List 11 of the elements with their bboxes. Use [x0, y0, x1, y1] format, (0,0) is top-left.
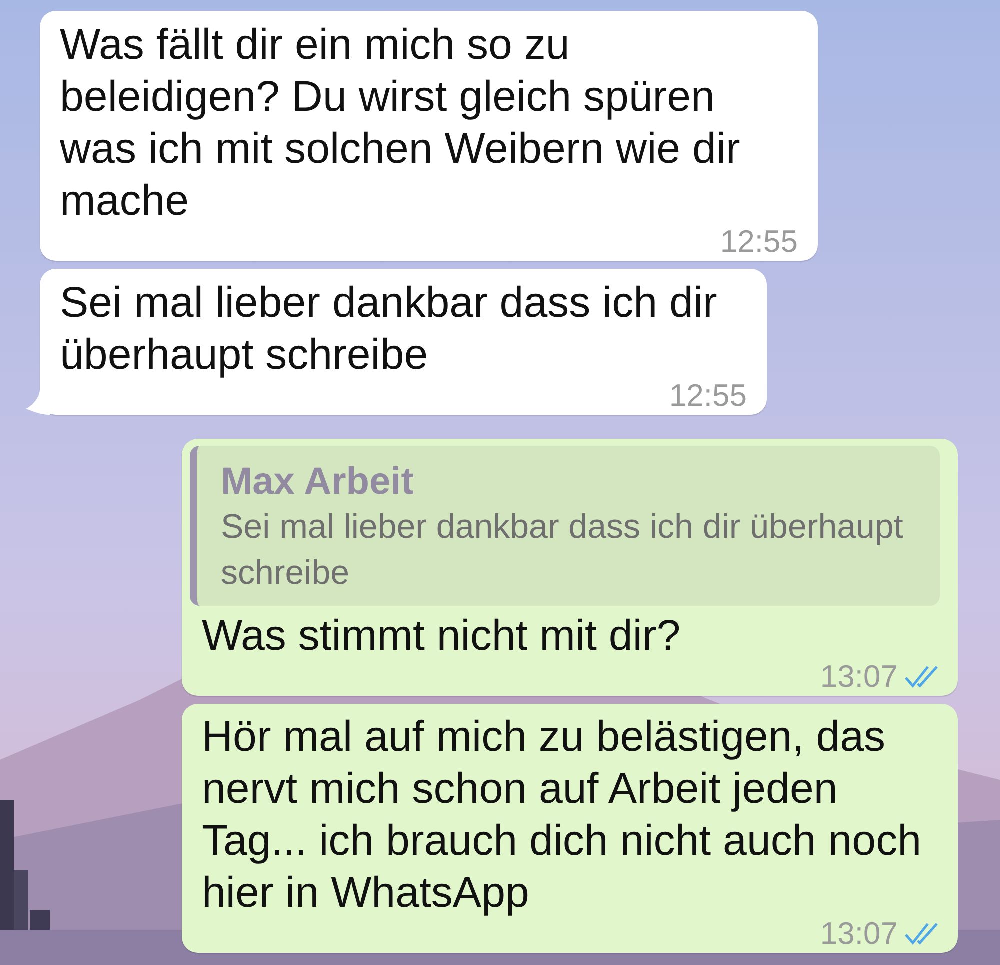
message-time: 13:07 [820, 662, 898, 692]
message-text: Hör mal auf mich zu belästigen, das nervt mich schon auf Arbeit jeden Tag... ich brauch dich nicht auch noch hier in WhatsApp [202, 712, 922, 919]
message-text: Sei mal lieber dankbar dass ich dir überhaupt schreibe [60, 278, 718, 381]
quoted-message[interactable]: Max Arbeit Sei mal lieber dankbar dass ich dir überhaupt schreibe [190, 446, 940, 606]
quote-text: Sei mal lieber dankbar dass ich dir überhaupt schreibe [221, 507, 904, 594]
message-time: 13:07 [820, 919, 898, 949]
message-time: 12:55 [720, 227, 798, 257]
message-time: 12:55 [669, 381, 747, 411]
message-text: Was fällt dir ein mich so zu beleidigen? Du wirst gleich spüren was ich mit solchen Weibern wie dir mache [60, 20, 742, 227]
quote-author: Max Arbeit [221, 460, 415, 504]
message-text: Was stimmt nicht mit dir? [202, 611, 682, 662]
